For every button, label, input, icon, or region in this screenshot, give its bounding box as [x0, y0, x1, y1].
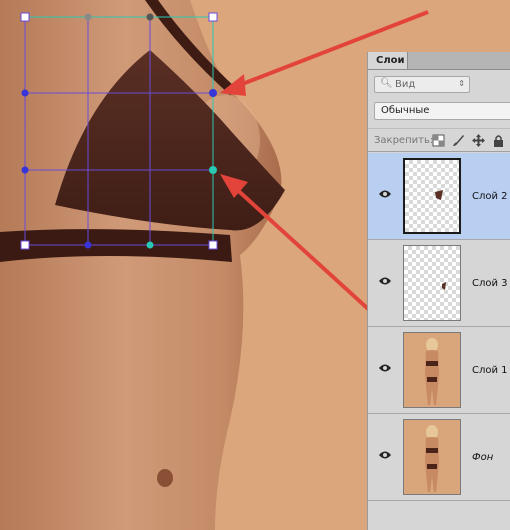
layer-photo-thumb	[404, 420, 460, 494]
layer-name: Слой 2	[472, 191, 508, 202]
lock-brush-icon[interactable]	[452, 134, 465, 147]
layer-name: Слой 1	[472, 365, 508, 376]
layers-panel: Слои 🔍︎ Вид ⇕ Обычные Закрепить: Слой 2 …	[367, 52, 510, 530]
layer-row-sloy-3[interactable]: Слой 3	[368, 240, 510, 327]
layer-fragment-thumb	[435, 190, 443, 200]
layer-fragment-thumb	[442, 282, 446, 290]
eye-icon[interactable]	[378, 189, 392, 199]
lock-label: Закрепить:	[374, 135, 434, 146]
lock-all-icon[interactable]	[492, 134, 505, 147]
blend-mode-value: Обычные	[381, 105, 430, 116]
lock-position-icon[interactable]	[472, 134, 485, 147]
layer-filter-label: Вид	[395, 79, 416, 90]
blend-mode-select[interactable]: Обычные	[374, 102, 510, 120]
layer-name: Фон	[472, 452, 494, 463]
updown-arrows-icon: ⇕	[458, 79, 465, 88]
eye-icon[interactable]	[378, 450, 392, 460]
eye-icon[interactable]	[378, 363, 392, 373]
search-icon: 🔍︎	[380, 78, 393, 89]
lock-options-row: Закрепить:	[368, 128, 510, 152]
layer-thumbnail	[403, 158, 461, 234]
photo-navel	[157, 469, 173, 487]
eye-icon[interactable]	[378, 276, 392, 286]
layer-photo-thumb	[404, 333, 460, 407]
layer-thumbnail	[403, 245, 461, 321]
lock-transparency-icon[interactable]	[432, 134, 445, 147]
layer-thumbnail	[403, 419, 461, 495]
layer-row-fon[interactable]: Фон	[368, 414, 510, 501]
layer-row-sloy-2[interactable]: Слой 2	[368, 153, 510, 240]
tab-layers[interactable]: Слои	[368, 52, 408, 69]
layer-row-sloy-1[interactable]: Слой 1	[368, 327, 510, 414]
layer-thumbnail	[403, 332, 461, 408]
layer-filter-select[interactable]: 🔍︎ Вид ⇕	[374, 76, 470, 93]
panel-header: Слои	[368, 52, 510, 70]
layer-name: Слой 3	[472, 278, 508, 289]
